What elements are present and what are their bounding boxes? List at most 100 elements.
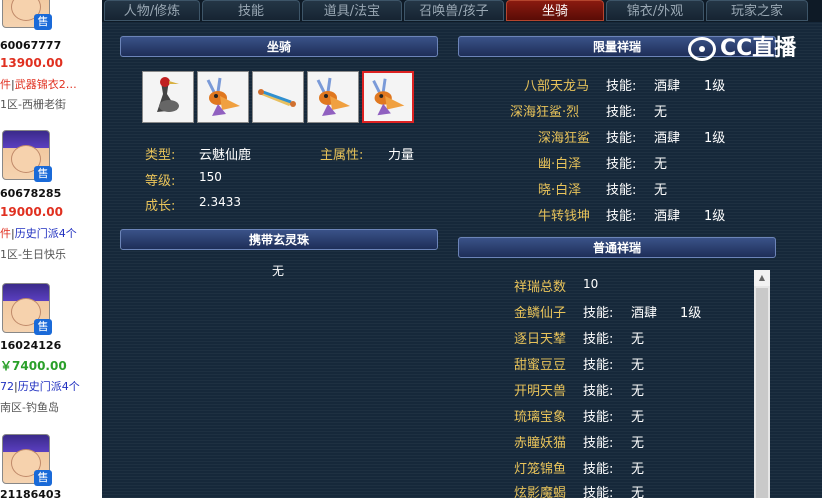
cc-live-watermark: CC直播 — [688, 30, 797, 61]
skill-value: 无 — [631, 436, 645, 451]
skill-value: 无 — [631, 410, 645, 425]
detail-panel: 人物/修炼 技能 道具/法宝 召唤兽/孩子 坐骑 锦衣/外观 玩家之家 坐骑 类… — [102, 0, 822, 501]
tab-items[interactable]: 道具/法宝 — [302, 0, 402, 21]
tab-home[interactable]: 玩家之家 — [706, 0, 808, 21]
normal-mount-name: 灯笼锦鱼 — [514, 462, 567, 477]
watermark-text: CC直播 — [720, 36, 797, 61]
normal-mount-name: 金鳞仙子 — [514, 306, 567, 321]
tab-bar: 人物/修炼 技能 道具/法宝 召唤兽/孩子 坐骑 锦衣/外观 玩家之家 — [102, 0, 822, 22]
type-label: 类型: — [145, 148, 176, 163]
deer-mount-icon — [206, 77, 240, 116]
listing-price: ￥7400.00 — [0, 357, 67, 374]
listing-server: 1区-生日快乐 — [0, 248, 66, 261]
listing-id[interactable]: 16024126 — [0, 339, 61, 352]
listing-price: 19000.00 — [0, 205, 64, 219]
avatar[interactable]: 售 — [2, 434, 52, 486]
listing-price: 13900.00 — [0, 56, 64, 70]
sale-badge: 售 — [34, 319, 52, 335]
skill-label: 技能: — [583, 306, 614, 321]
skill-value: 无 — [631, 384, 645, 399]
tab-outfits[interactable]: 锦衣/外观 — [606, 0, 704, 21]
main-attr-value: 力量 — [388, 148, 415, 163]
skill-label: 技能: — [606, 79, 637, 94]
listing-desc-text: 历史门派4个 — [17, 380, 80, 393]
mount-slot[interactable] — [252, 71, 304, 123]
listing-id[interactable]: 21186403 — [0, 488, 61, 498]
normal-mount-name: 琉璃宝象 — [514, 410, 567, 425]
listing-desc: 72|历史门派4个 — [0, 380, 80, 393]
main-attr-label: 主属性: — [320, 148, 364, 163]
price-prefix: ￥ — [0, 359, 13, 373]
limited-mount-name: 深海狂鲨·烈 — [510, 105, 580, 120]
level-value: 150 — [199, 170, 222, 184]
skill-label: 技能: — [606, 131, 637, 146]
cc-logo-icon — [688, 37, 716, 61]
avatar[interactable]: 售 — [2, 130, 52, 182]
sale-badge: 售 — [34, 470, 52, 486]
normal-panel-header: 普通祥瑞 — [458, 237, 776, 258]
listing-desc: 件|武器锦衣2… — [0, 78, 77, 91]
mount-slot-selected[interactable] — [362, 71, 414, 123]
skill-value: 酒肆 — [631, 306, 658, 321]
normal-mount-name: 开明天兽 — [514, 384, 567, 399]
tab-skills[interactable]: 技能 — [202, 0, 300, 21]
avatar[interactable]: 售 — [2, 0, 52, 30]
skill-label: 技能: — [583, 410, 614, 425]
skill-level: 1级 — [704, 131, 726, 146]
skill-label: 技能: — [583, 462, 614, 477]
limited-mount-name: 八部天龙马 — [524, 79, 590, 94]
listing-desc-prefix: 件 — [0, 78, 11, 91]
skill-value: 酒肆 — [654, 209, 681, 224]
normal-list-scrollbar[interactable]: ▲ — [754, 270, 770, 498]
skill-level: 1级 — [704, 209, 726, 224]
sale-badge: 售 — [34, 14, 52, 30]
scroll-up-arrow-icon[interactable]: ▲ — [754, 270, 770, 286]
skill-value: 无 — [631, 486, 645, 501]
listing-price-value: 7400.00 — [12, 359, 67, 373]
skill-label: 技能: — [583, 436, 614, 451]
listing-column: 售 60067777 13900.00 件|武器锦衣2… 1区-西栅老街 售 6… — [0, 0, 102, 498]
listing-desc-prefix: 件 — [0, 227, 11, 240]
mount-slot[interactable] — [307, 71, 359, 123]
skill-label: 技能: — [583, 358, 614, 373]
tab-summons[interactable]: 召唤兽/孩子 — [404, 0, 504, 21]
skill-label: 技能: — [606, 157, 637, 172]
tab-mounts[interactable]: 坐骑 — [506, 0, 604, 21]
listing-id[interactable]: 60678285 — [0, 187, 61, 200]
skill-level: 1级 — [680, 306, 702, 321]
orb-value: 无 — [272, 264, 285, 278]
skill-value: 无 — [631, 462, 645, 477]
skill-value: 无 — [631, 358, 645, 373]
deer-mount-icon — [316, 77, 350, 116]
skill-label: 技能: — [583, 486, 614, 501]
mount-panel-header: 坐骑 — [120, 36, 438, 57]
growth-value: 2.3433 — [199, 195, 241, 209]
avatar[interactable]: 售 — [2, 283, 52, 335]
listing-desc-text: 武器锦衣2… — [14, 78, 77, 91]
tab-character[interactable]: 人物/修炼 — [104, 0, 200, 21]
limited-mount-name: 晓·白泽 — [538, 183, 582, 198]
normal-mount-name: 炫影魔蝎 — [514, 486, 567, 501]
normal-mount-name: 甜蜜豆豆 — [514, 358, 567, 373]
skill-value: 酒肆 — [654, 131, 681, 146]
listing-id[interactable]: 60067777 — [0, 39, 61, 52]
limited-mount-name: 幽·白泽 — [538, 157, 582, 172]
mount-slot[interactable] — [142, 71, 194, 123]
normal-mount-name: 逐日天辇 — [514, 332, 567, 347]
normal-mount-name: 赤瞳妖猫 — [514, 436, 567, 451]
listing-server: 南区-钓鱼岛 — [0, 401, 59, 414]
listing-server: 1区-西栅老街 — [0, 98, 66, 111]
skill-label: 技能: — [606, 105, 637, 120]
deer-mount-icon — [372, 78, 405, 116]
skill-label: 技能: — [606, 209, 637, 224]
sale-badge: 售 — [34, 166, 52, 182]
scroll-thumb[interactable] — [756, 288, 768, 498]
skill-label: 技能: — [583, 384, 614, 399]
type-value: 云魅仙鹿 — [199, 148, 252, 163]
level-label: 等级: — [145, 174, 176, 189]
mount-slot[interactable] — [197, 71, 249, 123]
skill-label: 技能: — [606, 183, 637, 198]
listing-desc-text: 历史门派4个 — [14, 227, 77, 240]
skill-label: 技能: — [583, 332, 614, 347]
listing-desc: 件|历史门派4个 — [0, 227, 77, 240]
